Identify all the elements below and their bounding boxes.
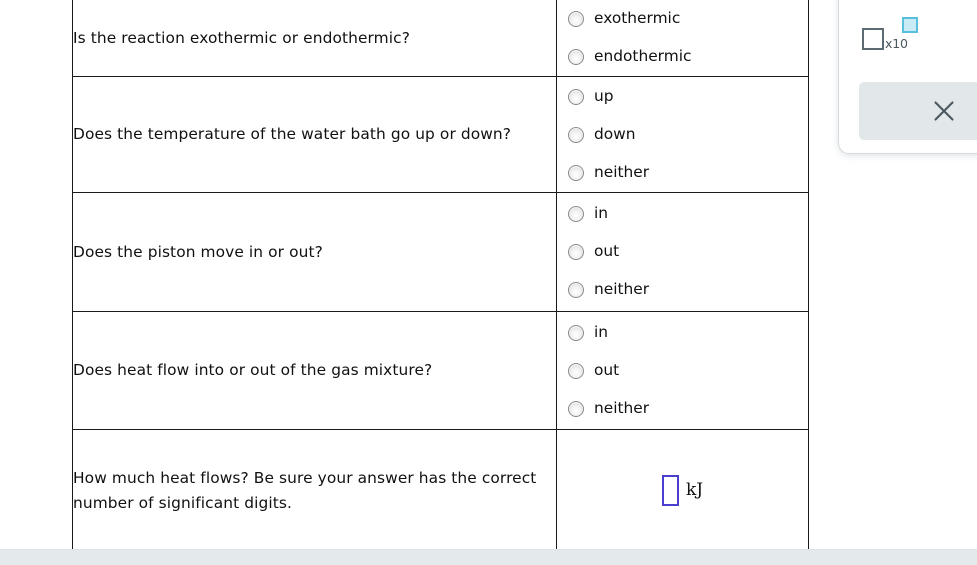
answer-cell: kJ [556,429,809,552]
radio-option-label: endothermic [594,47,692,66]
table-row: How much heat flows? Be sure your answer… [72,429,809,552]
exponent-square-icon [902,17,918,33]
radio-button-icon[interactable] [568,88,584,105]
scientific-notation-button[interactable]: x10 [862,17,924,51]
table-row: Does the piston move in or out? in out n… [72,192,809,312]
radio-option-label: in [594,204,609,223]
question-cell: Does the temperature of the water bath g… [72,76,557,193]
close-x-icon [934,101,954,121]
radio-option-label: down [594,124,636,143]
answer-cell: in out neither [556,311,809,430]
radio-option-down[interactable]: down [557,116,808,154]
radio-option-label: neither [594,162,650,181]
heat-value-input[interactable] [661,475,679,506]
radio-option-label: out [594,242,620,261]
question-text: How much heat flows? Be sure your answer… [73,468,537,512]
table-row: Does the temperature of the water bath g… [72,76,809,193]
radio-group: up down neither [557,78,808,192]
radio-option-out[interactable]: out [557,352,808,390]
answer-input-group: kJ [557,475,808,506]
radio-button-icon[interactable] [568,11,584,27]
tool-panel: x10 [838,0,977,154]
radio-button-icon[interactable] [568,362,584,379]
radio-option-neither[interactable]: neither [557,154,808,192]
radio-option-in[interactable]: in [557,314,808,352]
radio-button-icon[interactable] [568,164,584,181]
radio-button-icon[interactable] [568,244,584,260]
radio-option-out[interactable]: out [557,233,808,271]
radio-option-exothermic[interactable]: exothermic [557,0,808,38]
unit-label: kJ [685,480,704,500]
question-text: Does the piston move in or out? [73,242,323,261]
question-cell: Does heat flow into or out of the gas mi… [72,311,557,430]
screenshot-root: Is the reaction exothermic or endothermi… [0,0,977,565]
question-text: Does heat flow into or out of the gas mi… [73,361,433,380]
question-text: Is the reaction exothermic or endothermi… [73,28,410,47]
question-cell: Is the reaction exothermic or endothermi… [72,0,557,77]
radio-group: exothermic endothermic [557,0,808,76]
answer-cell: up down neither [556,76,809,193]
answer-cell: in out neither [556,192,809,312]
radio-button-icon[interactable] [568,206,584,222]
radio-option-label: up [594,86,614,105]
radio-option-label: in [594,322,609,341]
radio-option-label: out [594,360,620,379]
radio-option-label: neither [594,398,650,417]
radio-option-label: exothermic [594,9,681,28]
placeholder-square-icon [862,28,884,50]
radio-option-neither[interactable]: neither [557,390,808,428]
radio-button-icon[interactable] [568,282,584,298]
table-row: Does heat flow into or out of the gas mi… [72,311,809,430]
radio-option-endothermic[interactable]: endothermic [557,38,808,76]
radio-group: in out neither [557,195,808,309]
radio-button-icon[interactable] [568,49,584,65]
radio-option-in[interactable]: in [557,195,808,233]
radio-option-neither[interactable]: neither [557,271,808,309]
radio-option-up[interactable]: up [557,78,808,116]
sci-notation-label: x10 [885,36,908,51]
question-text: Does the temperature of the water bath g… [73,125,512,144]
table-row: Is the reaction exothermic or endothermi… [72,0,809,77]
radio-group: in out neither [557,314,808,428]
clear-button[interactable] [859,82,977,140]
radio-button-icon[interactable] [568,324,584,341]
radio-option-label: neither [594,280,650,299]
question-cell: Does the piston move in or out? [72,192,557,312]
question-cell: How much heat flows? Be sure your answer… [72,429,557,552]
footer-bar [0,549,977,565]
question-table-body: Is the reaction exothermic or endothermi… [72,0,809,552]
radio-button-icon[interactable] [568,126,584,143]
answer-cell: exothermic endothermic [556,0,809,77]
question-table: Is the reaction exothermic or endothermi… [72,0,809,552]
radio-button-icon[interactable] [568,400,584,417]
